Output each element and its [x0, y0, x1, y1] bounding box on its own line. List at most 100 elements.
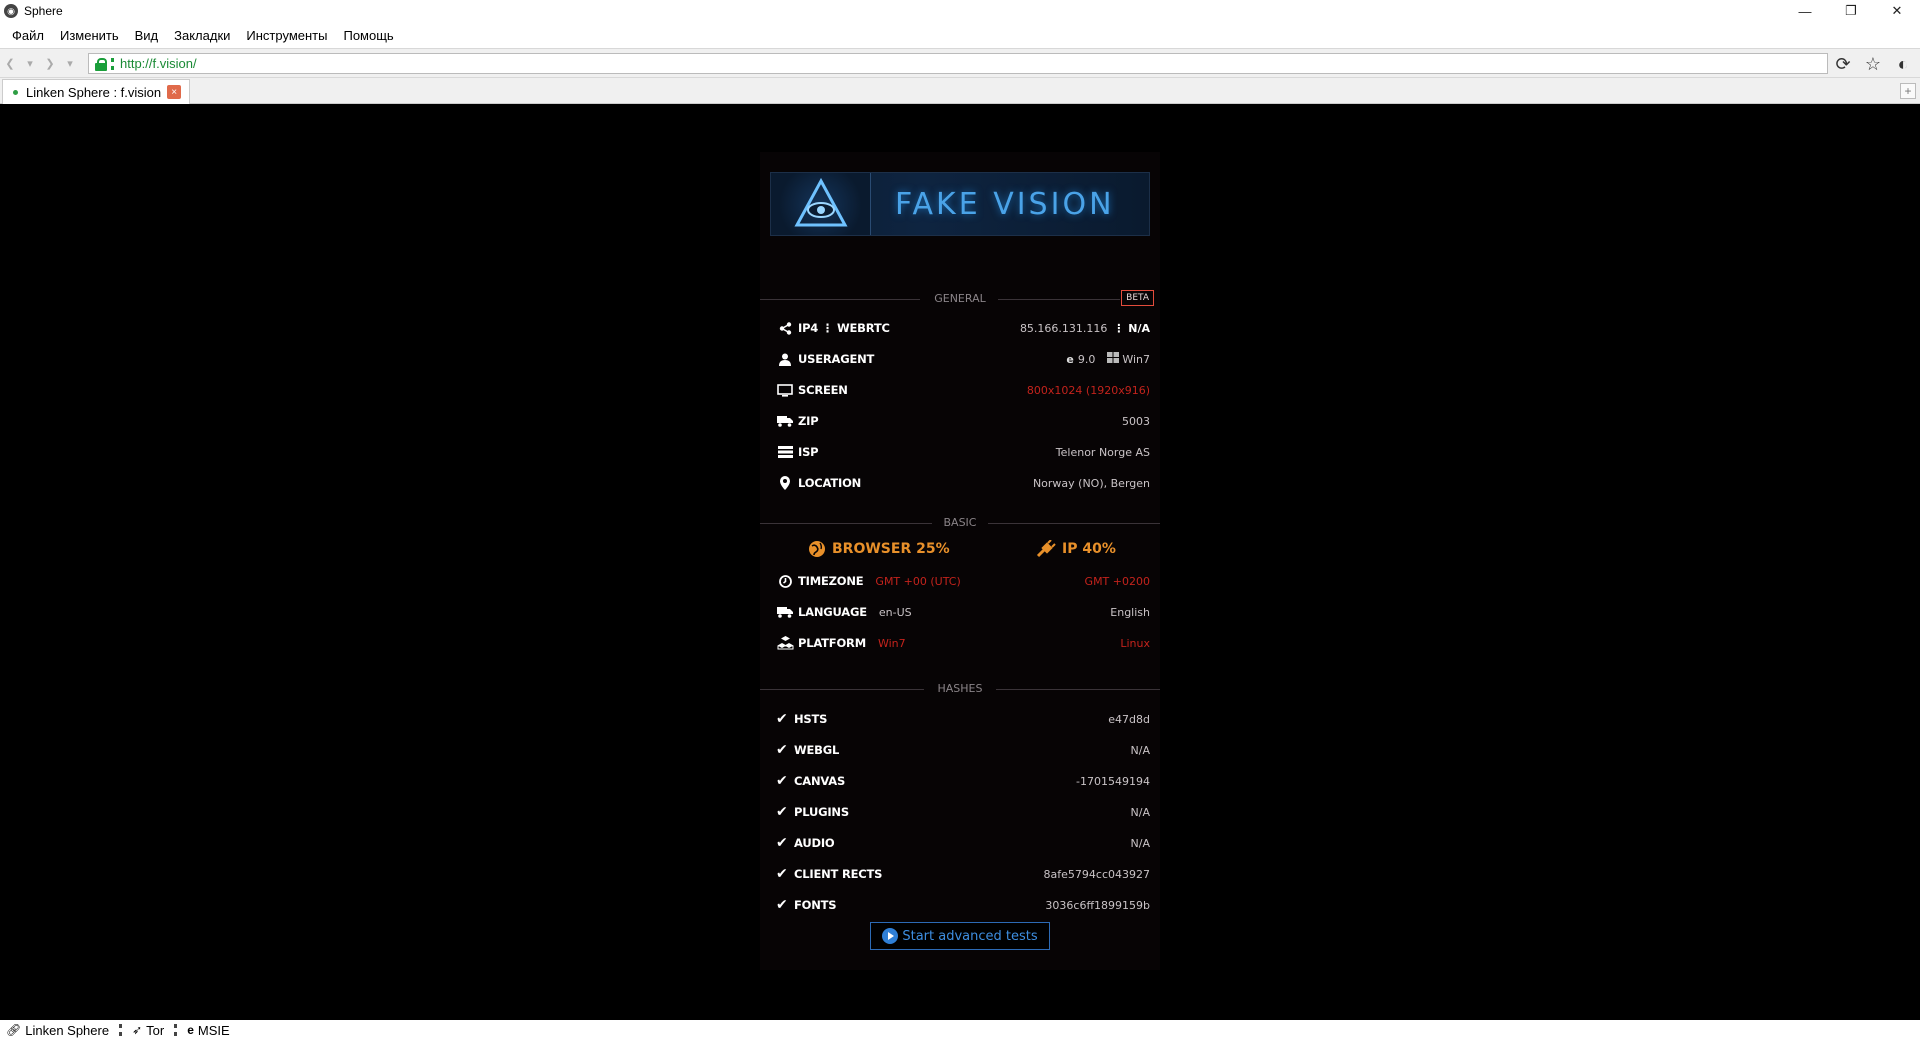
row-isp: ISP Telenor Norge AS [776, 442, 1150, 462]
row-zip: ZIP 5003 [776, 411, 1150, 431]
section-divider-basic: BASIC [760, 516, 1160, 530]
minimize-button[interactable]: — [1782, 0, 1828, 22]
address-bar[interactable]: http://f.vision/ [88, 53, 1828, 74]
timezone-ip: GMT +0200 [1084, 574, 1150, 588]
menu-edit[interactable]: Изменить [52, 28, 127, 43]
map-pin-icon [776, 476, 794, 490]
hash-value: N/A [1130, 836, 1150, 850]
platform-cubes-icon [776, 636, 794, 650]
close-button[interactable]: ✕ [1874, 0, 1920, 22]
isp-value: Telenor Norge AS [1055, 445, 1150, 459]
status-separator [174, 1024, 178, 1036]
ip-score-label: IP 40% [1062, 541, 1116, 557]
ie-icon: e [187, 1023, 194, 1037]
forward-icon[interactable]: ❯ [40, 52, 60, 74]
hash-label: WEBGL [794, 743, 840, 757]
row-hash-plugins: ✔ PLUGINS N/A [776, 802, 1150, 822]
platform-label: PLATFORM [798, 636, 866, 650]
start-advanced-tests-label: Start advanced tests [902, 928, 1038, 944]
row-hash-audio: ✔ AUDIO N/A [776, 833, 1150, 853]
timezone-label: TIMEZONE [798, 574, 864, 588]
rocket-icon: ➶ [132, 1023, 143, 1037]
language-ip: English [1110, 605, 1150, 619]
status-msie[interactable]: e MSIE [187, 1023, 229, 1038]
new-tab-button[interactable]: + [1900, 83, 1916, 99]
hash-label: CLIENT RECTS [794, 867, 883, 881]
checkmark-icon: ✔ [776, 742, 788, 758]
screen-label: SCREEN [798, 383, 848, 397]
share-icon [776, 321, 794, 335]
hash-label: HSTS [794, 712, 828, 726]
lock-icon [95, 57, 107, 71]
language-truck-icon [776, 605, 794, 619]
forward-history-icon[interactable]: ▾ [60, 52, 80, 74]
row-hash-canvas: ✔ CANVAS -1701549194 [776, 771, 1150, 791]
restore-button[interactable]: ❐ [1828, 0, 1874, 22]
start-advanced-tests-button[interactable]: Start advanced tests [870, 922, 1050, 950]
timezone-browser: GMT +00 (UTC) [875, 574, 961, 588]
back-history-icon[interactable]: ▾ [20, 52, 40, 74]
banner-title: FAKE VISION [895, 187, 1115, 222]
checkmark-icon: ✔ [776, 866, 788, 882]
extension-icon[interactable]: ◐ [1892, 53, 1914, 75]
checkmark-icon: ✔ [776, 773, 788, 789]
row-hash-fonts: ✔ FONTS 3036c6ff1899159b [776, 895, 1150, 915]
menu-help[interactable]: Помощь [335, 28, 401, 43]
section-divider-general: GENERAL BETA [760, 290, 1160, 306]
plug-icon [1036, 540, 1056, 558]
menu-bookmarks[interactable]: Закладки [166, 28, 238, 43]
checkmark-icon: ✔ [776, 711, 788, 727]
hash-label: AUDIO [794, 836, 835, 850]
browser-score-label: BROWSER 25% [832, 541, 950, 557]
status-tor[interactable]: ➶ Tor [132, 1023, 164, 1038]
useragent-browser-version: 9.0 [1077, 352, 1096, 366]
platform-browser: Win7 [877, 636, 906, 650]
beta-badge: BETA [1121, 290, 1154, 306]
menu-file[interactable]: Файл [4, 28, 52, 43]
useragent-os: Win7 [1122, 352, 1150, 366]
toolbar-icons: ⟳ ☆ ◐ [1832, 53, 1914, 75]
webrtc-value: ⋮ N/A [1113, 321, 1150, 335]
ip-value: 85.166.131.116 [1019, 321, 1108, 335]
hash-label: PLUGINS [794, 805, 849, 819]
menu-tools[interactable]: Инструменты [238, 28, 335, 43]
row-ip: IP4 ⋮ WEBRTC 85.166.131.116 ⋮ N/A [776, 318, 1150, 338]
bookmark-star-icon[interactable]: ☆ [1862, 53, 1884, 75]
tab-label: Linken Sphere : f.vision [26, 84, 162, 100]
menu-bar: Файл Изменить Вид Закладки Инструменты П… [0, 22, 1920, 48]
window-title: Sphere [24, 4, 63, 18]
tab-f-vision[interactable]: Linken Sphere : f.vision × [2, 79, 191, 104]
section-label-hashes: HASHES [937, 682, 983, 695]
language-browser: en-US [878, 605, 912, 619]
row-hash-webgl: ✔ WEBGL N/A [776, 740, 1150, 760]
hash-value: 8afe5794cc043927 [1043, 867, 1150, 881]
server-icon [776, 445, 794, 459]
ip-label: IP4 ⋮ WEBRTC [798, 321, 890, 335]
url-separator [111, 57, 114, 70]
checkmark-icon: ✔ [776, 835, 788, 851]
menu-view[interactable]: Вид [127, 28, 167, 43]
link-icon: 🔗︎ [6, 1023, 22, 1037]
tab-bar: Linken Sphere : f.vision × + [0, 78, 1920, 104]
ip-score: IP 40% [1036, 540, 1116, 558]
status-bar: 🔗︎ Linken Sphere ➶ Tor e MSIE [0, 1020, 1920, 1040]
globe-icon [809, 541, 825, 557]
status-linken-sphere[interactable]: 🔗︎ Linken Sphere [6, 1023, 109, 1038]
back-icon[interactable]: ❮ [0, 52, 20, 74]
row-hash-hsts: ✔ HSTS e47d8d [776, 709, 1150, 729]
reload-icon[interactable]: ⟳ [1832, 53, 1854, 75]
tab-close-icon[interactable]: × [167, 85, 182, 99]
monitor-icon [776, 383, 794, 397]
section-label-basic: BASIC [943, 516, 977, 529]
checkmark-icon: ✔ [776, 804, 788, 820]
row-useragent: USERAGENT e 9.0 Win7 [776, 349, 1150, 369]
section-divider-hashes: HASHES [760, 682, 1160, 696]
address-url[interactable]: http://f.vision/ [120, 56, 197, 71]
user-icon [776, 352, 794, 366]
hash-value: e47d8d [1108, 712, 1150, 726]
checkmark-icon: ✔ [776, 897, 788, 913]
row-screen: SCREEN 800x1024 (1920x916) [776, 380, 1150, 400]
window-controls: — ❐ ✕ [1782, 0, 1920, 22]
truck-icon [776, 414, 794, 428]
hash-value: N/A [1130, 805, 1150, 819]
